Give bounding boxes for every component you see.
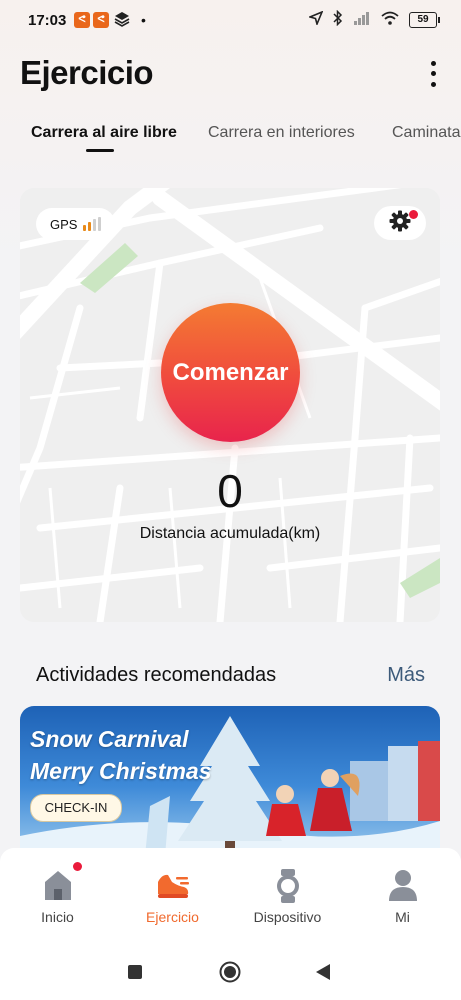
notification-dot: • — [141, 12, 146, 28]
nav-item-inicio[interactable]: Inicio — [0, 848, 115, 944]
home-icon — [42, 868, 74, 904]
wifi-icon — [381, 11, 399, 30]
nav-item-dispositivo[interactable]: Dispositivo — [230, 848, 345, 944]
back-button[interactable] — [316, 964, 330, 985]
app-notification-icon: ᕙ — [93, 12, 109, 28]
status-time: 17:03 — [28, 12, 67, 29]
more-dot — [430, 82, 436, 88]
more-dot — [430, 60, 436, 66]
tab-carrera-interiores[interactable]: Carrera en interiores — [208, 124, 355, 142]
home-button[interactable] — [219, 961, 241, 988]
gps-label: GPS — [50, 216, 78, 232]
start-button[interactable]: Comenzar — [161, 303, 300, 442]
notification-badge — [73, 862, 82, 871]
gear-icon — [389, 210, 411, 237]
layers-icon — [114, 11, 130, 32]
banner-title-line1: Snow Carnival — [30, 726, 189, 752]
distance-label: Distancia acumulada(km) — [139, 525, 321, 542]
page-title: Ejercicio — [20, 54, 154, 91]
bluetooth-icon — [333, 9, 343, 31]
tab-caminata[interactable]: Caminata — [392, 124, 460, 142]
more-options-button[interactable] — [425, 58, 441, 90]
system-nav-bar — [0, 944, 461, 1000]
banner-title-line2: Merry Christmas — [30, 758, 212, 784]
running-shoe-icon — [154, 868, 192, 904]
more-link[interactable]: Más — [387, 664, 425, 687]
nav-label: Ejercicio — [146, 909, 199, 925]
map-card[interactable]: GPS Comenzar 0 Distancia acumulada(km) — [20, 188, 440, 622]
person-icon — [387, 868, 419, 904]
bottom-nav: Inicio Ejercicio Dispositivo Mi — [0, 848, 461, 944]
gps-status: GPS — [36, 208, 116, 240]
section-title: Actividades recomendadas — [36, 664, 277, 686]
nav-label: Inicio — [41, 909, 74, 925]
more-dot — [430, 71, 436, 77]
check-in-button[interactable]: CHECK-IN — [30, 794, 122, 822]
nav-label: Mi — [395, 909, 410, 925]
notification-badge — [409, 210, 418, 219]
nav-label: Dispositivo — [253, 909, 322, 925]
promo-banner[interactable]: Snow Carnival Merry Christmas CHECK-IN — [20, 706, 440, 866]
gps-signal-icon — [83, 217, 102, 231]
signal-icon — [353, 11, 371, 30]
tab-carrera-aire-libre[interactable]: Carrera al aire libre — [31, 124, 177, 142]
app-notification-icon: ᕙ — [74, 12, 90, 28]
status-bar: 17:03 ᕙ ᕙ • 59 — [0, 0, 461, 40]
nav-item-mi[interactable]: Mi — [345, 848, 460, 944]
recent-apps-button[interactable] — [128, 965, 142, 984]
nav-item-ejercicio[interactable]: Ejercicio — [115, 848, 230, 944]
location-icon — [307, 10, 324, 30]
watch-icon — [274, 868, 302, 904]
settings-button[interactable] — [374, 206, 426, 240]
battery-icon: 59 — [409, 12, 440, 28]
active-tab-indicator — [86, 149, 114, 152]
distance-value: 0 — [217, 465, 243, 517]
